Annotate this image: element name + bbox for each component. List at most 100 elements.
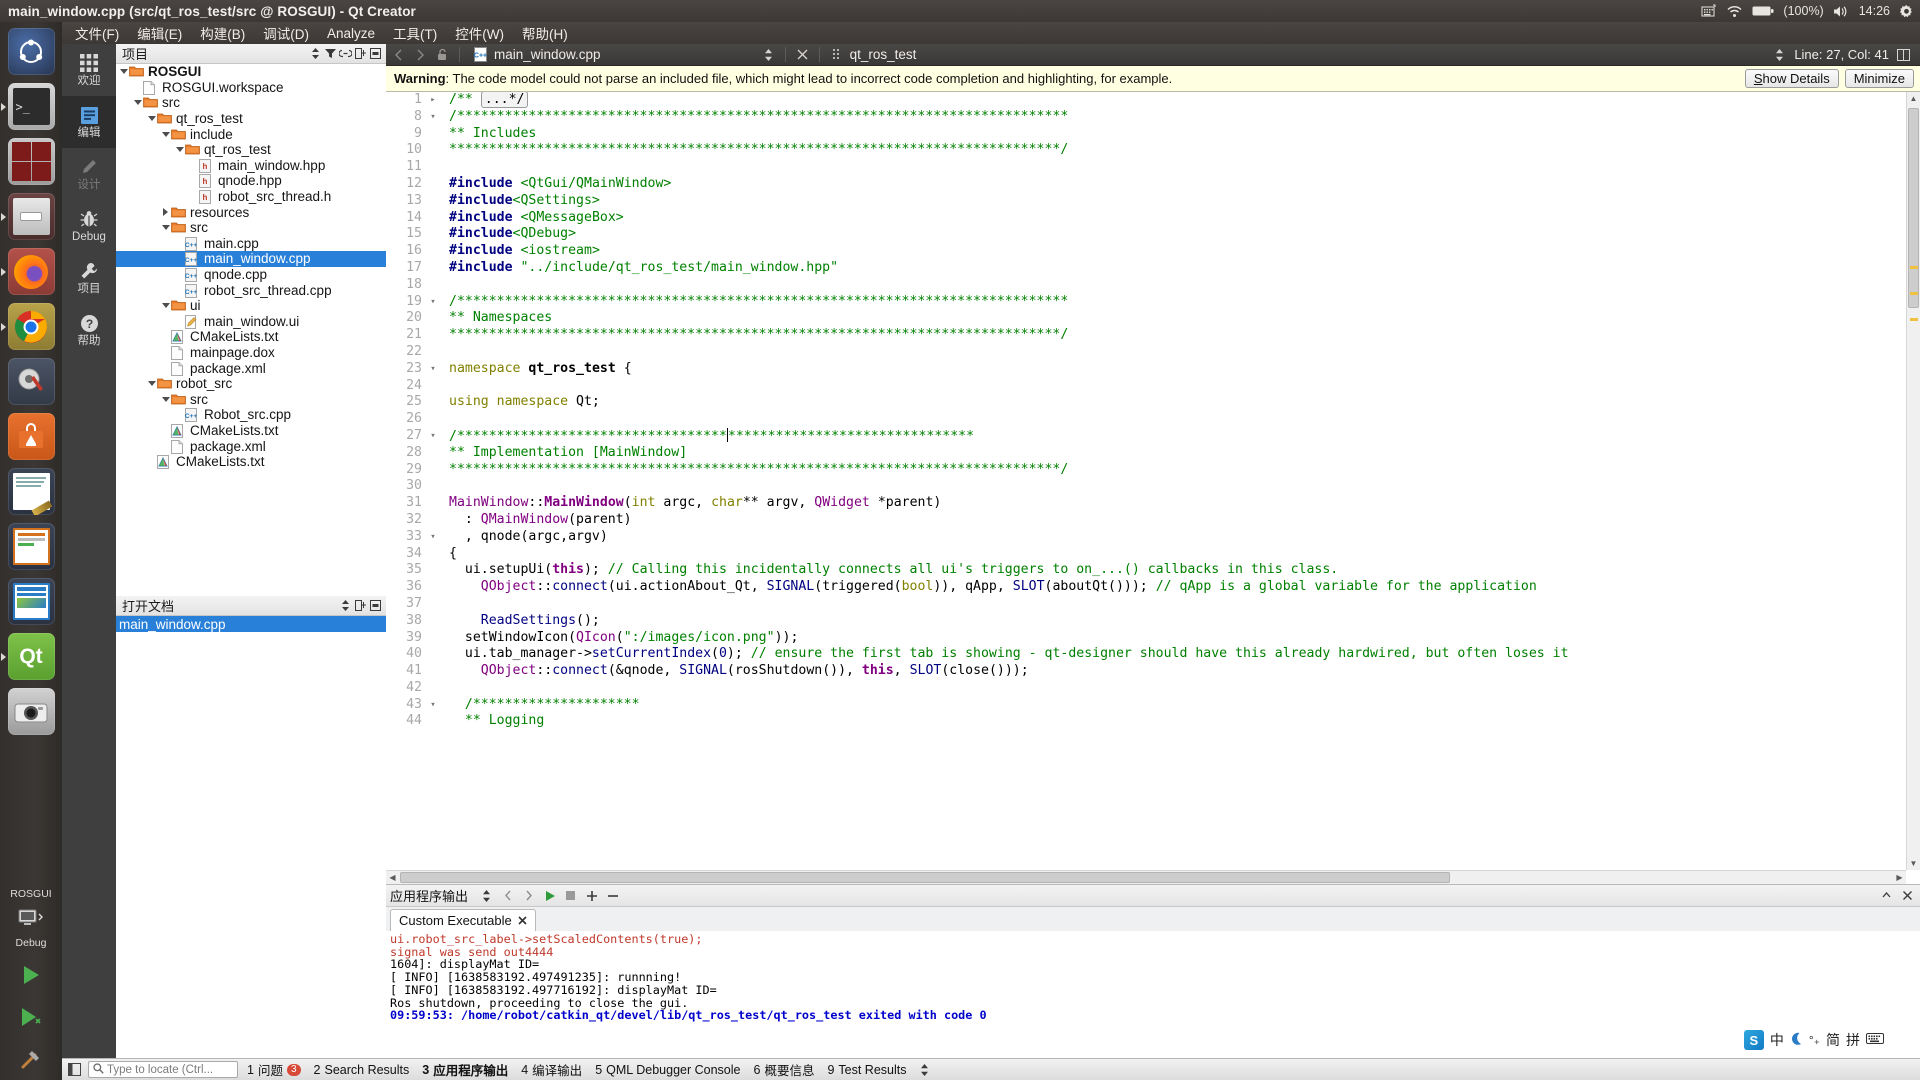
updown-arrow-icon[interactable]	[1771, 46, 1788, 63]
editor-vertical-scrollbar[interactable]: ▲ ▼	[1906, 92, 1920, 870]
split-icon[interactable]	[353, 598, 368, 613]
launcher-item-qt-creator[interactable]: Qt	[0, 629, 62, 684]
status-item-application-output[interactable]: 3 应用程序输出	[418, 1060, 512, 1079]
scroll-down-arrow-icon[interactable]: ▼	[1907, 857, 1920, 870]
expander-open-icon[interactable]	[174, 147, 185, 153]
tree-item[interactable]: h robot_src_thread.h	[116, 189, 386, 205]
tree-item[interactable]: include	[116, 126, 386, 142]
tree-item[interactable]: resources	[116, 204, 386, 220]
updown-arrow-icon[interactable]	[338, 598, 353, 613]
tree-item[interactable]: mainpage.dox	[116, 345, 386, 361]
tree-item[interactable]: src	[116, 220, 386, 236]
code-text[interactable]: #include <iostream>	[440, 243, 600, 260]
fold-open-icon[interactable]: ▾	[426, 697, 440, 714]
editor-symbol-combo[interactable]: qt_ros_test	[850, 47, 917, 62]
updown-arrow-icon[interactable]	[478, 887, 495, 904]
horizontal-scroll-thumb[interactable]	[400, 872, 1450, 883]
code-text[interactable]: QObject::connect(ui.actionAbout_Qt, SIGN…	[440, 579, 1537, 596]
tree-item[interactable]: main_window.ui	[116, 314, 386, 330]
menu-build[interactable]: 构建(B)	[191, 21, 254, 45]
code-text[interactable]: #include <QtGui/QMainWindow>	[440, 176, 671, 193]
code-text[interactable]	[440, 596, 449, 613]
mode-projects[interactable]: 项目	[62, 252, 116, 304]
status-item-issues[interactable]: 1 问题 3	[243, 1060, 305, 1079]
tree-item[interactable]: ROSGUI.workspace	[116, 80, 386, 96]
code-editor[interactable]: 1 ▸/** ...*/8 ▾/**************************…	[386, 92, 1920, 884]
menu-window[interactable]: 控件(W)	[446, 21, 513, 45]
menu-help[interactable]: 帮助(H)	[513, 21, 577, 45]
forward-arrow-icon[interactable]	[412, 46, 429, 63]
tree-item[interactable]: CMakeLists.txt	[116, 454, 386, 470]
code-text[interactable]: , qnode(argc,argv)	[440, 529, 608, 546]
moon-icon[interactable]	[1790, 1032, 1803, 1049]
link-icon[interactable]	[338, 46, 353, 61]
code-text[interactable]	[440, 378, 449, 395]
code-text[interactable]: /***************************************…	[440, 109, 1068, 126]
next-icon[interactable]	[520, 887, 537, 904]
tone-icon[interactable]: °₊	[1809, 1033, 1820, 1047]
open-documents-list[interactable]: main_window.cpp	[116, 616, 386, 1058]
tree-item[interactable]: qt_ros_test	[116, 142, 386, 158]
code-text[interactable]: ****************************************…	[440, 142, 1068, 159]
launcher-kit-icon-item[interactable]	[0, 902, 62, 936]
launcher-item-files[interactable]	[0, 189, 62, 244]
mode-help[interactable]: ? 帮助	[62, 304, 116, 356]
sidebar-toggle-icon[interactable]	[66, 1061, 83, 1078]
status-item-general-messages[interactable]: 6 概要信息	[749, 1060, 818, 1079]
scroll-right-arrow-icon[interactable]: ▶	[1893, 871, 1906, 884]
code-text[interactable]: ****************************************…	[440, 462, 1068, 479]
code-text[interactable]: ** Implementation [MainWindow]	[440, 445, 687, 462]
menu-edit[interactable]: 编辑(E)	[128, 21, 191, 45]
tree-item[interactable]: ROSGUI	[116, 64, 386, 80]
close-icon[interactable]	[518, 913, 527, 928]
code-text[interactable]: ** Namespaces	[440, 310, 552, 327]
launcher-item-terminator[interactable]	[0, 134, 62, 189]
code-text[interactable]: namespace qt_ros_test {	[440, 361, 632, 378]
project-tree[interactable]: ROSGUI ROSGUI.workspace src qt_ros_test incl…	[116, 64, 386, 596]
launcher-item-libreoffice-writer[interactable]	[0, 464, 62, 519]
status-item-search-results[interactable]: 2 Search Results	[310, 1063, 414, 1077]
updown-arrow-icon[interactable]	[916, 1061, 933, 1078]
launcher-item-chrome[interactable]	[0, 299, 62, 354]
launcher-debug-button[interactable]	[0, 996, 62, 1038]
code-text[interactable]: ****************************************…	[440, 327, 1068, 344]
status-item-qml-debugger[interactable]: 5 QML Debugger Console	[591, 1063, 744, 1077]
updown-arrow-icon[interactable]	[308, 46, 323, 61]
expander-closed-icon[interactable]	[160, 208, 171, 217]
tree-item[interactable]: CMakeLists.txt	[116, 423, 386, 439]
tree-item[interactable]: C++ robot_src_thread.cpp	[116, 282, 386, 298]
fold-open-icon[interactable]: ▾	[426, 529, 440, 546]
launcher-item-terminal[interactable]: >_	[0, 79, 62, 134]
stop-icon[interactable]	[562, 887, 579, 904]
tree-item[interactable]: qt_ros_test	[116, 111, 386, 127]
menu-file[interactable]: 文件(F)	[66, 21, 128, 45]
launcher-run-button[interactable]	[0, 954, 62, 996]
scroll-up-arrow-icon[interactable]: ▲	[1907, 92, 1920, 105]
tree-item[interactable]: src	[116, 95, 386, 111]
expander-open-icon[interactable]	[146, 116, 157, 122]
expander-open-icon[interactable]	[118, 69, 129, 75]
show-details-button[interactable]: Show Details	[1744, 69, 1839, 88]
list-item[interactable]: main_window.cpp	[116, 616, 386, 632]
split-icon[interactable]	[353, 46, 368, 61]
fold-open-icon[interactable]: ▾	[426, 294, 440, 311]
close-icon[interactable]	[1899, 887, 1916, 904]
tree-item-selected[interactable]: C++ main_window.cpp	[116, 251, 386, 267]
code-text[interactable]: /***************************************…	[440, 427, 974, 445]
gear-icon[interactable]	[1899, 4, 1914, 19]
tree-item[interactable]: CMakeLists.txt	[116, 329, 386, 345]
code-text[interactable]: #include<QSettings>	[440, 193, 600, 210]
expander-open-icon[interactable]	[160, 396, 171, 402]
code-text[interactable]: ** Includes	[440, 126, 536, 143]
close-icon[interactable]	[368, 46, 383, 61]
plus-icon[interactable]	[583, 887, 600, 904]
ime-simplified-label[interactable]: 简	[1826, 1030, 1840, 1050]
launcher-item-libreoffice-impress[interactable]	[0, 519, 62, 574]
code-text[interactable]	[440, 344, 449, 361]
launcher-item-camera[interactable]	[0, 684, 62, 739]
fold-open-icon[interactable]: ▾	[426, 109, 440, 126]
code-text[interactable]: #include <QMessageBox>	[440, 210, 624, 227]
code-text[interactable]: /***************************************…	[440, 294, 1068, 311]
launcher-item-ubuntu-dash[interactable]	[0, 24, 62, 79]
code-text[interactable]: setWindowIcon(QIcon(":/images/icon.png")…	[440, 630, 799, 647]
